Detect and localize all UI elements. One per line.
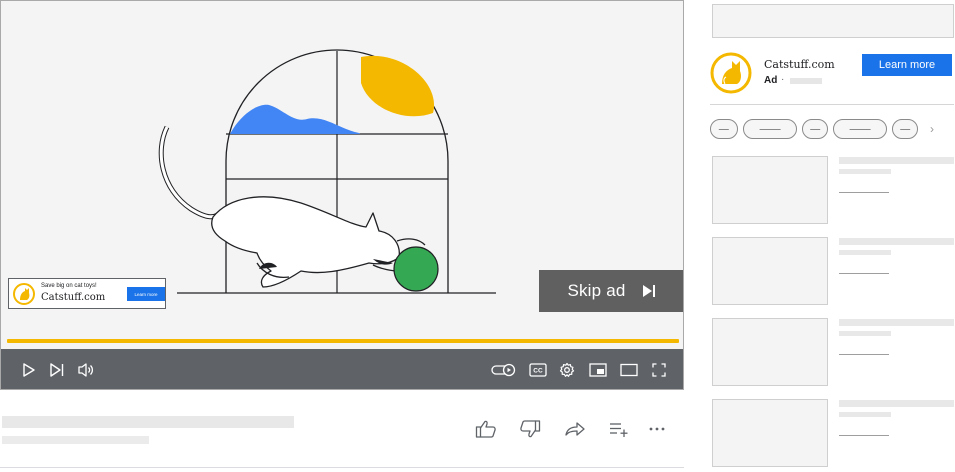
recommendation-item[interactable] — [712, 237, 955, 305]
divider — [0, 467, 684, 468]
filter-chip[interactable] — [802, 119, 828, 139]
autoplay-toggle-icon[interactable] — [490, 358, 518, 382]
video-player[interactable]: Save big on cat toys! Catstuff.com Learn… — [0, 0, 684, 390]
title-placeholder — [839, 238, 954, 245]
save-to-playlist-button[interactable] — [607, 418, 631, 440]
meta-placeholder — [839, 192, 889, 193]
like-button[interactable] — [474, 418, 498, 440]
title-placeholder — [839, 319, 954, 326]
skip-next-icon — [642, 285, 655, 297]
like-icon — [475, 420, 496, 438]
ad-badge: Ad — [764, 75, 778, 86]
svg-text:CC: CC — [533, 368, 543, 375]
recommendation-item[interactable] — [712, 318, 955, 386]
video-title-placeholder — [2, 416, 294, 428]
divider — [710, 104, 954, 105]
video-thumbnail — [712, 156, 828, 224]
cat-illustration — [158, 125, 426, 288]
ball — [393, 246, 439, 292]
captions-icon[interactable]: CC — [526, 358, 550, 382]
ad-url-placeholder — [790, 78, 822, 84]
next-icon[interactable] — [45, 358, 69, 382]
filter-chip[interactable] — [710, 119, 738, 139]
title-placeholder — [839, 157, 954, 164]
recommendation-item[interactable] — [712, 399, 955, 467]
channel-placeholder — [839, 331, 891, 336]
settings-icon[interactable] — [555, 358, 579, 382]
ad-separator: · — [781, 74, 785, 85]
meta-placeholder — [839, 435, 889, 436]
ad-advertiser-name: Catstuff.com — [764, 58, 835, 71]
share-icon — [565, 422, 585, 436]
overlay-ad[interactable]: Save big on cat toys! Catstuff.com Learn… — [8, 278, 166, 309]
progress-bar[interactable] — [7, 339, 679, 343]
title-placeholder — [839, 400, 954, 407]
save-to-playlist-icon — [610, 423, 628, 437]
recommendation-item[interactable] — [712, 156, 955, 224]
video-meta-placeholder — [2, 436, 149, 444]
catstuff-logo — [710, 52, 752, 94]
channel-placeholder — [839, 412, 891, 417]
app: Save big on cat toys! Catstuff.com Learn… — [0, 0, 955, 472]
more-button[interactable] — [645, 418, 669, 440]
share-button[interactable] — [563, 418, 587, 440]
theater-mode-icon[interactable] — [617, 358, 641, 382]
filter-chip[interactable] — [892, 119, 918, 139]
meta-placeholder — [839, 273, 889, 274]
video-thumbnail — [712, 399, 828, 467]
learn-more-button[interactable]: Learn more — [862, 54, 952, 76]
chevron-right-icon[interactable]: › — [926, 119, 938, 139]
filter-chip[interactable] — [833, 119, 887, 139]
overlay-ad-headline: Save big on cat toys! — [41, 283, 97, 289]
dislike-button[interactable] — [518, 418, 542, 440]
overlay-ad-advertiser: Catstuff.com — [41, 292, 106, 303]
miniplayer-icon[interactable] — [586, 358, 610, 382]
skip-ad-button[interactable]: Skip ad — [539, 270, 683, 312]
companion-banner-placeholder — [712, 4, 954, 38]
dislike-icon — [520, 420, 541, 438]
overlay-learn-more-button[interactable]: Learn more — [127, 287, 165, 301]
meta-placeholder — [839, 354, 889, 355]
player-control-bar: CC — [1, 349, 683, 389]
volume-icon[interactable] — [74, 358, 98, 382]
more-icon — [649, 427, 665, 431]
video-thumbnail — [712, 318, 828, 386]
skip-ad-label: Skip ad — [567, 281, 626, 300]
sun — [361, 55, 435, 117]
cloud — [230, 104, 360, 134]
play-icon[interactable] — [17, 358, 41, 382]
catstuff-logo — [13, 283, 35, 305]
video-thumbnail — [712, 237, 828, 305]
channel-placeholder — [839, 169, 891, 174]
fullscreen-icon[interactable] — [647, 358, 671, 382]
channel-placeholder — [839, 250, 891, 255]
filter-chip[interactable] — [743, 119, 797, 139]
